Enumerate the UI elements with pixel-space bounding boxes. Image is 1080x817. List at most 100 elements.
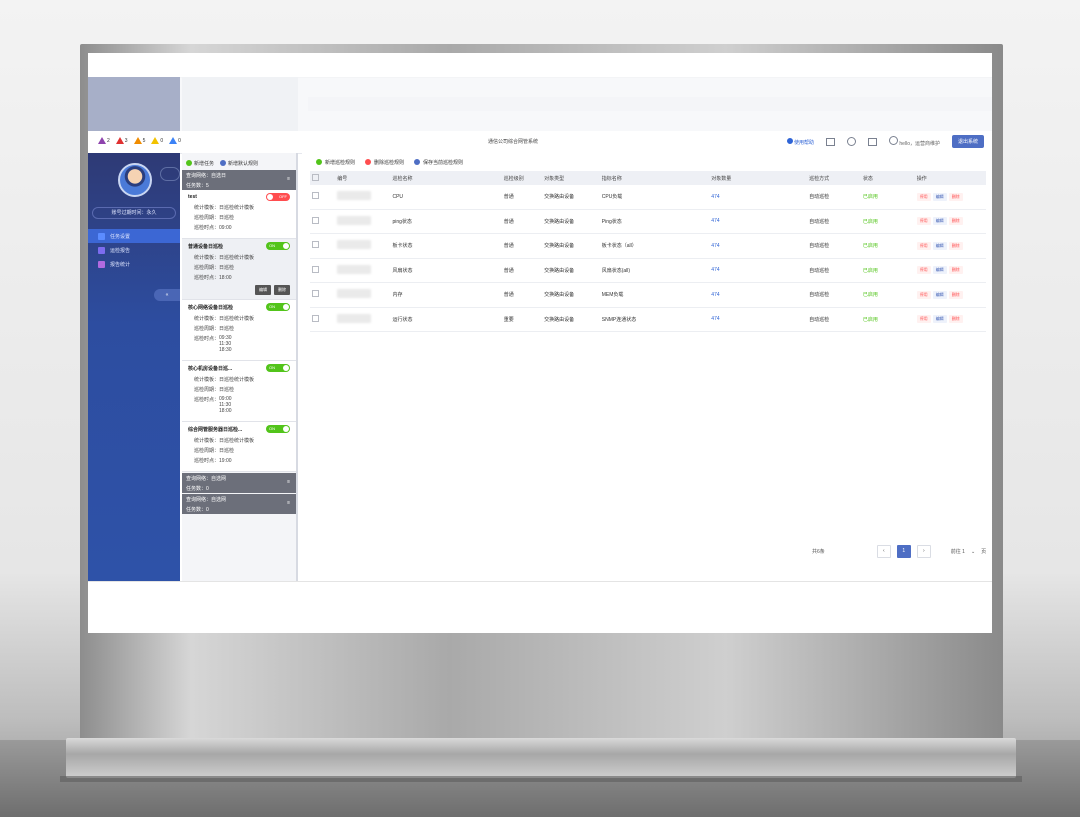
chevron-down-icon[interactable]: ⌄ — [971, 549, 975, 555]
disable-button[interactable]: 停用 — [916, 266, 931, 275]
cell-metric: 风扇状态(all) — [599, 258, 710, 283]
disable-button[interactable]: 停用 — [916, 315, 931, 324]
task-toggle[interactable]: ON — [266, 364, 290, 372]
prev-page-button[interactable]: ‹ — [876, 545, 891, 558]
user-menu[interactable]: hello，运营商维护 — [889, 136, 940, 147]
task-toggle[interactable]: ON — [266, 303, 290, 311]
edit-button[interactable]: 编辑 — [932, 290, 947, 299]
cell-status: 已启用 — [860, 258, 915, 283]
alarm-badge[interactable]: 0 — [169, 137, 181, 144]
next-page-button[interactable]: › — [916, 545, 931, 558]
cell-count[interactable]: 474 — [709, 307, 808, 332]
task-toggle[interactable]: ON — [266, 242, 290, 250]
task-card[interactable]: 综合网管服务器日巡检... ON 统计模板：日巡检统计模板 巡检周期：日巡检 巡检时点：… — [182, 422, 296, 472]
actions-cell: 停用 编辑 删除 — [914, 307, 986, 332]
message-icon[interactable] — [826, 137, 836, 146]
cell-count[interactable]: 474 — [709, 185, 808, 210]
table-row[interactable]: 内存 普通 交换路由设备 MEM负载 474 自动巡检 已启用 停用 编辑 删除 — [310, 282, 986, 308]
group-header[interactable]: 查询网络：自选日 任务数：5 ≡ — [182, 170, 296, 190]
rule-icon — [220, 160, 227, 166]
alarm-badge[interactable]: 0 — [151, 137, 163, 144]
warning-triangle-icon — [151, 137, 160, 144]
delete-task-button[interactable]: 删除 — [274, 285, 290, 295]
task-card[interactable]: test OFF 统计模板：日巡检统计模板 巡检周期：日巡检 巡检时点：09:00 — [182, 190, 296, 239]
cell-count[interactable]: 474 — [709, 282, 808, 308]
alarm-count: 3 — [124, 137, 128, 144]
delete-button[interactable]: 删除 — [948, 315, 963, 324]
delete-rule-button[interactable]: 删除巡检规则 — [365, 159, 404, 166]
alarm-badge[interactable]: 5 — [133, 137, 145, 144]
disable-button[interactable]: 停用 — [916, 241, 931, 250]
edit-button[interactable]: 编辑 — [932, 217, 947, 226]
edit-button[interactable]: 编辑 — [932, 315, 947, 324]
delete-button[interactable]: 删除 — [948, 241, 963, 250]
task-toggle[interactable]: OFF — [266, 193, 290, 201]
edit-task-button[interactable]: 编辑 — [255, 285, 271, 295]
alarm-badge[interactable]: 3 — [115, 137, 128, 144]
sidebar-item[interactable]: 运检报告 — [88, 243, 180, 257]
page-1-button[interactable]: 1 — [896, 545, 911, 558]
cell-count[interactable]: 474 — [709, 258, 808, 283]
add-default-rule-button[interactable]: 新增默认规则 — [220, 156, 258, 170]
disable-button[interactable]: 停用 — [916, 217, 931, 226]
info-icon[interactable] — [847, 137, 857, 146]
cell-count[interactable]: 474 — [709, 233, 808, 259]
table-row[interactable]: 运行状态 重要 交换路由设备 SNMP连通状态 474 自动巡检 已启用 停用 编辑 删除 — [310, 307, 986, 332]
row-checkbox[interactable] — [312, 314, 319, 322]
table-row[interactable]: CPU 普通 交换路由设备 CPU负载 474 自动巡检 已启用 停用 编辑 删除 — [310, 185, 986, 210]
task-card[interactable]: 核心机房设备日巡... ON 统计模板：日巡检统计模板 巡检周期：日巡检 巡检时点： 09… — [182, 361, 296, 422]
sidebar-item[interactable]: 报告统计 — [88, 257, 180, 271]
task-panel: 新增任务 新增默认规则 查询网络：自选日 任务数：5 ≡ test OFF 统计模板：… — [182, 153, 298, 581]
row-checkbox[interactable] — [312, 216, 319, 224]
column-header: 操作 — [914, 171, 986, 185]
id-cell — [335, 209, 391, 234]
delete-button[interactable]: 删除 — [948, 290, 963, 299]
task-time: 巡检时点：18:00 — [194, 275, 232, 281]
disable-button[interactable]: 停用 — [916, 192, 931, 201]
sidebar-item[interactable]: 任务设置 — [88, 229, 180, 243]
task-card[interactable]: 核心网络设备日巡检 ON 统计模板：日巡检统计模板 巡检周期：日巡检 巡检时点： 09:3… — [182, 300, 296, 361]
cell-type: 交换路由设备 — [542, 209, 600, 234]
group-header[interactable]: 查询网络：自选网 任务数：0 ≡ — [182, 494, 296, 514]
table-row[interactable]: 板卡状态 普通 交换路由设备 板卡状态（all） 474 自动巡检 已启用 停用 编辑 删除 — [310, 233, 986, 259]
button-label: 新增任务 — [194, 160, 215, 167]
disable-button[interactable]: 停用 — [916, 290, 931, 299]
row-checkbox[interactable] — [312, 290, 319, 298]
delete-button[interactable]: 删除 — [948, 217, 963, 226]
table-row[interactable]: ping状态 普通 交换路由设备 Ping状态 474 自动巡检 已启用 停用 编辑 删除 — [310, 209, 986, 234]
cell-type: 交换路由设备 — [542, 233, 600, 259]
top-bar: 2 3 5 0 0 通信公司综合网管系统 使用帮助 hello，运营商维护 退出系统 — [88, 131, 992, 154]
edit-button[interactable]: 编辑 — [932, 266, 947, 275]
logout-button[interactable]: 退出系统 — [951, 135, 984, 148]
user-name: hello，运营商维护 — [899, 141, 940, 147]
redacted-id — [337, 191, 372, 201]
task-times: 巡检时点： 09:00 11:30 18:00 — [188, 396, 290, 414]
fold-icon: ≡ — [287, 479, 290, 485]
delete-button[interactable]: 删除 — [948, 266, 963, 275]
kiosk-base — [66, 738, 1016, 778]
group-header[interactable]: 查询网络：自选网 任务数：0 ≡ — [182, 473, 296, 493]
task-card[interactable]: 普通设备日巡检 ON 统计模板：日巡检统计模板 巡检周期：日巡检 巡检时点：18:00 编… — [182, 239, 296, 300]
cell-count[interactable]: 474 — [709, 209, 808, 234]
alarm-badge[interactable]: 2 — [98, 137, 110, 144]
table-row[interactable]: 风扇状态 普通 交换路由设备 风扇状态(all) 474 自动巡检 已启用 停用 编辑 删除 — [310, 258, 986, 283]
page-jump-input[interactable]: 前往 1 — [951, 548, 965, 555]
screen-icon[interactable] — [868, 137, 878, 146]
task-panel-toolbar: 新增任务 新增默认规则 — [182, 153, 296, 170]
row-checkbox[interactable] — [312, 192, 319, 200]
avatar[interactable] — [118, 163, 152, 197]
add-rule-button[interactable]: 新增巡检规则 — [316, 159, 355, 166]
delete-button[interactable]: 删除 — [948, 192, 963, 201]
row-checkbox[interactable] — [312, 265, 319, 273]
edit-button[interactable]: 编辑 — [932, 192, 947, 201]
add-task-button[interactable]: 新增任务 — [186, 156, 214, 170]
help-link[interactable]: 使用帮助 — [786, 137, 814, 146]
select-all-checkbox[interactable] — [312, 173, 319, 181]
task-toggle[interactable]: ON — [266, 425, 290, 433]
save-rule-button[interactable]: 保存当前巡检规则 — [414, 159, 463, 166]
task-time-list: 09:30 11:30 18:30 — [219, 335, 232, 353]
row-select-cell — [310, 258, 336, 283]
row-checkbox[interactable] — [312, 241, 319, 249]
edit-button[interactable]: 编辑 — [932, 241, 947, 250]
collapse-sidebar-button[interactable]: « — [154, 289, 180, 301]
